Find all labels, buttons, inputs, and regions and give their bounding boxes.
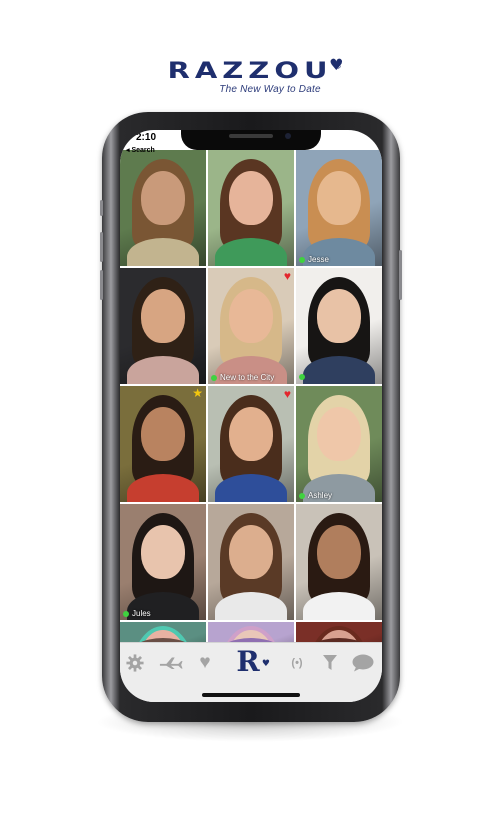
profile-photo-face xyxy=(229,406,273,461)
profile-tile[interactable] xyxy=(296,268,382,384)
profile-photo-face xyxy=(317,406,361,461)
profile-photo-face xyxy=(229,288,273,343)
liked-heart-icon: ♥ xyxy=(283,269,291,283)
earpiece-speaker xyxy=(229,134,273,138)
profile-photo-face xyxy=(141,524,185,579)
razzou-logo: RAZZOU ♥ ® xyxy=(167,56,343,84)
profile-tile[interactable]: ♥ New to the City xyxy=(208,268,294,384)
gear-icon[interactable] xyxy=(124,651,146,675)
profile-tile[interactable]: Ashley xyxy=(296,386,382,502)
mini-heart-icon: ♥ xyxy=(261,659,270,669)
profile-name: Jules xyxy=(132,609,151,618)
profile-photo-face xyxy=(141,288,185,343)
profile-tile[interactable] xyxy=(296,504,382,620)
back-to-search-link[interactable]: ◂ Search xyxy=(126,146,155,154)
phone-power-button xyxy=(399,250,402,300)
profile-name: New to the City xyxy=(220,373,275,382)
profile-photo-face xyxy=(141,170,185,225)
profile-grid: Jesse ♥ New to the City ★ ♥ Ashley Jules xyxy=(120,150,382,666)
profile-name-label: Jules xyxy=(123,609,151,618)
profile-photo-face xyxy=(229,170,273,225)
brand-header: RAZZOU ♥ ® The New Way to Date xyxy=(0,52,500,95)
favorite-star-icon: ★ xyxy=(192,386,203,400)
logo-text: RAZZOU xyxy=(167,56,333,84)
phone-notch xyxy=(181,130,321,150)
registered-mark: ® xyxy=(334,63,342,70)
home-logo-glyph: R xyxy=(236,645,260,678)
home-indicator xyxy=(202,693,300,697)
profile-photo-face xyxy=(317,524,361,579)
profile-name-label: Ashley xyxy=(299,491,332,500)
profile-name-label: Jesse xyxy=(299,255,329,264)
phone-mute-switch xyxy=(100,200,103,216)
tab-bar: ♥ R ♥ (•) xyxy=(120,642,382,702)
phone-screen: 2:10 ◂ Search Jesse ♥ New to the City ★ ♥ Ash… xyxy=(120,130,382,702)
heart-icon[interactable]: ♥ xyxy=(194,651,216,675)
profile-name-label: New to the City xyxy=(211,373,274,382)
profile-tile[interactable]: Jesse xyxy=(296,150,382,266)
profile-tile[interactable] xyxy=(208,150,294,266)
profile-tile[interactable]: ★ xyxy=(120,386,206,502)
online-status-dot xyxy=(123,610,129,617)
profile-photo-face xyxy=(317,170,361,225)
razzou-r-logo[interactable]: R ♥ xyxy=(228,645,270,678)
profile-tile[interactable] xyxy=(120,268,206,384)
online-status-dot xyxy=(299,256,305,263)
profile-photo-face xyxy=(229,524,273,579)
phone-volume-up xyxy=(100,232,103,262)
profile-tile[interactable]: ♥ xyxy=(208,386,294,502)
profile-tile[interactable]: Jules xyxy=(120,504,206,620)
tagline: The New Way to Date xyxy=(219,84,321,95)
front-camera xyxy=(285,133,291,139)
profile-tile[interactable] xyxy=(208,504,294,620)
online-status-dot xyxy=(211,374,217,381)
broadcast-icon[interactable]: (•) xyxy=(284,651,310,675)
profile-name: Ashley xyxy=(308,491,333,500)
chat-bubble-icon[interactable] xyxy=(350,651,376,675)
phone-volume-down xyxy=(100,270,103,300)
profile-photo-face xyxy=(141,406,185,461)
profile-photo-face xyxy=(317,288,361,343)
profile-name: Jesse xyxy=(308,255,329,264)
status-time: 2:10 xyxy=(136,132,157,143)
filter-icon[interactable] xyxy=(320,651,340,675)
liked-heart-icon: ♥ xyxy=(283,387,291,401)
airplane-icon[interactable] xyxy=(156,651,186,675)
online-status-dot xyxy=(299,374,305,380)
online-status-dot xyxy=(299,492,305,499)
profile-tile[interactable] xyxy=(120,150,206,266)
